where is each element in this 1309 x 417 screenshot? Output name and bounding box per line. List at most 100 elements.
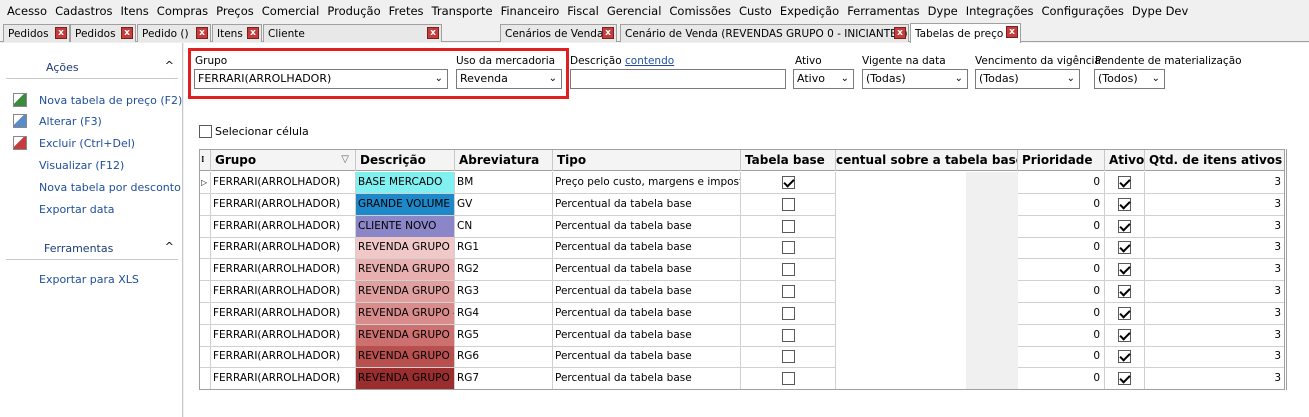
- ativo-cell[interactable]: [1105, 259, 1145, 281]
- select-cell-option[interactable]: Selecionar célula: [199, 125, 309, 138]
- menu-item[interactable]: Itens: [117, 4, 153, 18]
- menu-item[interactable]: Custo: [735, 4, 776, 18]
- column-header[interactable]: Qtd. de itens ativos c: [1145, 150, 1284, 171]
- table-row[interactable]: FERRARI(ARROLHADOR) REVENDA GRUPO 5 RG5 Per…: [200, 324, 1284, 347]
- close-icon[interactable]: x: [55, 27, 67, 39]
- ativo-cell[interactable]: [1105, 172, 1145, 193]
- grid-options-icon[interactable]: ⁞: [200, 150, 211, 171]
- ativo-checkbox[interactable]: [1118, 263, 1131, 277]
- descricao-input[interactable]: [570, 69, 786, 89]
- vigente-select[interactable]: (Todas) ⌄: [862, 69, 968, 89]
- ativo-cell[interactable]: [1105, 237, 1145, 259]
- menu-item[interactable]: Comercial: [258, 4, 324, 18]
- ativo-cell[interactable]: [1105, 368, 1145, 389]
- column-header[interactable]: Descrição: [356, 150, 455, 171]
- ativo-checkbox[interactable]: [1118, 197, 1131, 211]
- vencimento-select[interactable]: (Todas) ⌄: [975, 69, 1080, 89]
- column-header[interactable]: Tipo: [553, 150, 741, 171]
- tabela-base-checkbox[interactable]: [781, 306, 795, 320]
- row-indicator[interactable]: [200, 237, 211, 259]
- tab[interactable]: Cenário de Venda (REVENDAS GRUPO 0 - INI…: [620, 24, 909, 42]
- column-header[interactable]: Ativo: [1105, 150, 1145, 171]
- menu-item[interactable]: Dype: [924, 4, 962, 18]
- tabela-base-cell[interactable]: [741, 259, 836, 281]
- tab[interactable]: Cenários de Venda x: [500, 24, 617, 42]
- sidebar-action-link[interactable]: Alterar (F3): [39, 115, 102, 128]
- close-icon[interactable]: x: [196, 27, 208, 39]
- table-row[interactable]: FERRARI(ARROLHADOR) REVENDA GRUPO 6 RG6 Per…: [200, 346, 1284, 369]
- menu-item[interactable]: Dype Dev: [1128, 4, 1192, 18]
- ativo-cell[interactable]: [1105, 302, 1145, 324]
- close-icon[interactable]: x: [427, 27, 439, 39]
- ativo-cell[interactable]: [1105, 193, 1145, 215]
- menu-item[interactable]: Transporte: [428, 4, 497, 18]
- menu-item[interactable]: Gerencial: [603, 4, 666, 18]
- ativo-checkbox[interactable]: [1118, 219, 1131, 233]
- ativo-cell[interactable]: [1105, 281, 1145, 302]
- menu-item[interactable]: Expedição: [776, 4, 843, 18]
- export-xls-link[interactable]: Exportar para XLS: [39, 273, 139, 286]
- tab[interactable]: Tabelas de preço x: [910, 23, 1021, 43]
- tabela-base-cell[interactable]: [741, 172, 836, 193]
- tab[interactable]: Cliente x: [263, 24, 442, 42]
- tabela-base-checkbox[interactable]: [781, 328, 795, 342]
- menu-item[interactable]: Integrações: [962, 4, 1038, 18]
- row-indicator[interactable]: [200, 302, 211, 324]
- close-icon[interactable]: x: [121, 27, 133, 39]
- menu-item[interactable]: Ferramentas: [843, 4, 923, 18]
- column-header[interactable]: centual sobre a tabela base: [836, 150, 1018, 171]
- ativo-checkbox[interactable]: [1118, 176, 1131, 189]
- ativo-checkbox[interactable]: [1118, 372, 1131, 386]
- tabela-base-checkbox[interactable]: [781, 350, 795, 364]
- table-row[interactable]: FERRARI(ARROLHADOR) REVENDA GRUPO 1 RG1 Per…: [200, 237, 1284, 260]
- actions-section-header[interactable]: Ações ^: [6, 55, 178, 79]
- column-header[interactable]: Prioridade: [1018, 150, 1105, 171]
- descricao-mode-link[interactable]: contendo: [625, 55, 674, 67]
- tabela-base-checkbox[interactable]: [781, 219, 795, 233]
- table-row[interactable]: FERRARI(ARROLHADOR) CLIENTE NOVO CN Percent…: [200, 215, 1284, 238]
- table-row[interactable]: FERRARI(ARROLHADOR) REVENDA GRUPO 4 RG4 Per…: [200, 302, 1284, 325]
- table-row[interactable]: FERRARI(ARROLHADOR) REVENDA GRUPO 2 RG2 Per…: [200, 259, 1284, 282]
- collapse-chevron-icon[interactable]: ^: [165, 240, 174, 253]
- menu-item[interactable]: Compras: [153, 4, 212, 18]
- ativo-checkbox[interactable]: [1118, 285, 1131, 298]
- tab[interactable]: Itens x: [212, 24, 262, 42]
- menu-item[interactable]: Configurações: [1037, 4, 1127, 18]
- tools-section-header[interactable]: Ferramentas ^: [6, 236, 178, 260]
- menu-item[interactable]: Cadastros: [51, 4, 116, 18]
- pendente-select[interactable]: (Todos) ⌄: [1094, 69, 1165, 89]
- column-header[interactable]: Tabela base: [741, 150, 836, 171]
- menu-item[interactable]: Financeiro: [497, 4, 564, 18]
- tabela-base-cell[interactable]: [741, 281, 836, 302]
- ativo-cell[interactable]: [1105, 346, 1145, 368]
- ativo-cell[interactable]: [1105, 324, 1145, 346]
- tab[interactable]: Pedidos x: [70, 24, 136, 42]
- table-row[interactable]: FERRARI(ARROLHADOR) REVENDA GRUPO 3 RG3 Per…: [200, 281, 1284, 303]
- row-indicator[interactable]: [200, 215, 211, 237]
- close-icon[interactable]: x: [247, 27, 259, 39]
- table-row[interactable]: FERRARI(ARROLHADOR) REVENDA GRUPO 7 RG7 Per…: [200, 368, 1284, 389]
- menu-item[interactable]: Produção: [323, 4, 384, 18]
- sidebar-action-link[interactable]: Exportar data: [39, 203, 115, 216]
- menu-item[interactable]: Fretes: [385, 4, 428, 18]
- ativo-checkbox[interactable]: [1118, 328, 1131, 342]
- close-icon[interactable]: x: [602, 27, 614, 39]
- column-header[interactable]: Abreviatura: [455, 150, 553, 171]
- tabela-base-checkbox[interactable]: [781, 372, 795, 386]
- tabela-base-checkbox[interactable]: [781, 176, 795, 189]
- sidebar-action-link[interactable]: Visualizar (F12): [39, 159, 124, 172]
- row-indicator[interactable]: [200, 346, 211, 368]
- row-indicator[interactable]: [200, 368, 211, 389]
- table-row[interactable]: FERRARI(ARROLHADOR) GRANDE VOLUME GV Percen…: [200, 193, 1284, 216]
- filter-icon[interactable]: ▽: [341, 150, 349, 170]
- tabela-base-cell[interactable]: [741, 368, 836, 389]
- row-indicator[interactable]: [200, 193, 211, 215]
- tab[interactable]: Pedidos x: [3, 24, 70, 42]
- select-cell-checkbox[interactable]: [199, 125, 212, 138]
- ativo-select[interactable]: Ativo ⌄: [793, 69, 854, 89]
- ativo-checkbox[interactable]: [1118, 241, 1131, 255]
- row-indicator[interactable]: [200, 259, 211, 281]
- column-header[interactable]: Grupo ▽: [211, 150, 356, 171]
- sidebar-action-link[interactable]: Excluir (Ctrl+Del): [39, 137, 135, 150]
- menu-item[interactable]: Preços: [212, 4, 258, 18]
